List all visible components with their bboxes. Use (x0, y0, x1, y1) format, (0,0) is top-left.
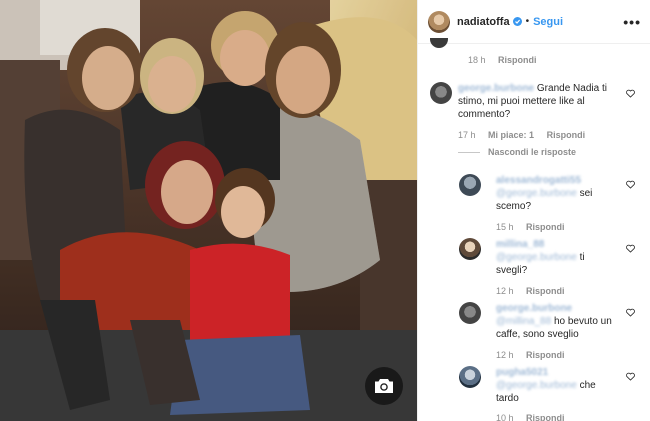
main-comment: george.burbone Grande Nadia ti stimo, mi… (458, 82, 618, 121)
reply-mention[interactable]: @george.burbone (496, 188, 577, 199)
reply-meta: 12 h Rispondi (496, 286, 575, 296)
reply-reply-button[interactable]: Rispondi (526, 222, 565, 232)
reply-heart-icon[interactable] (626, 308, 635, 317)
reply-comment: pugha5021 @george.burbone che tardo (496, 366, 621, 405)
comment-avatar[interactable] (430, 82, 452, 104)
reply-avatar[interactable] (459, 238, 481, 260)
reply-heart-icon[interactable] (626, 180, 635, 189)
reply-meta: 10 h Rispondi (496, 413, 575, 421)
camera-icon (375, 379, 393, 393)
reply-heart-icon[interactable] (626, 244, 635, 253)
comments-panel: nadiatoffa • Segui ••• 18 h Rispondi geo… (417, 0, 650, 421)
reply-reply-button[interactable]: Rispondi (526, 413, 565, 421)
comment-likes[interactable]: Mi piace: 1 (488, 130, 534, 140)
hide-replies-button[interactable]: Nascondi le risposte (458, 147, 576, 157)
comment-time: 17 h (458, 130, 476, 140)
partial-comment-reply[interactable]: Rispondi (498, 55, 537, 65)
reply-username[interactable]: george.burbone (496, 303, 572, 314)
reply-username[interactable]: millina_88 (496, 239, 544, 250)
reply-meta: 12 h Rispondi (496, 350, 575, 360)
like-heart-icon[interactable] (626, 89, 635, 98)
reply-username[interactable]: alessandrogatti55 (496, 175, 581, 186)
more-options-icon[interactable]: ••• (623, 14, 641, 30)
group-photo-image (0, 0, 417, 421)
post-header: nadiatoffa • Segui ••• (418, 0, 650, 44)
comment-username[interactable]: george.burbone (458, 83, 534, 94)
reply-mention[interactable]: @millina_88 (496, 316, 551, 327)
verified-icon (512, 17, 522, 26)
reply-comment: alessandrogatti55 @george.burbone sei sc… (496, 174, 616, 213)
separator-dot: • (525, 16, 530, 27)
reply-reply-button[interactable]: Rispondi (526, 286, 565, 296)
post-photo[interactable] (0, 0, 417, 421)
reply-avatar[interactable] (459, 174, 481, 196)
comment-reply[interactable]: Rispondi (547, 130, 586, 140)
reply-comment: george.burbone @millina_88 ho bevuto un … (496, 302, 621, 341)
reply-username[interactable]: pugha5021 (496, 367, 548, 378)
author-username[interactable]: nadiatoffa (457, 16, 510, 28)
partial-comment-meta: 18 h Rispondi (468, 55, 547, 65)
partial-comment-time: 18 h (468, 55, 486, 65)
reply-meta: 15 h Rispondi (496, 222, 575, 232)
camera-button[interactable] (365, 367, 403, 405)
reply-time: 10 h (496, 413, 514, 421)
main-comment-meta: 17 h Mi piace: 1 Rispondi (458, 130, 595, 140)
reply-comment: millina_88 @george.burbone ti svegli? (496, 238, 616, 277)
reply-time: 12 h (496, 286, 514, 296)
reply-time: 15 h (496, 222, 514, 232)
reply-time: 12 h (496, 350, 514, 360)
reply-mention[interactable]: @george.burbone (496, 252, 577, 263)
reply-heart-icon[interactable] (626, 372, 635, 381)
reply-reply-button[interactable]: Rispondi (526, 350, 565, 360)
reply-avatar[interactable] (459, 366, 481, 388)
author-avatar[interactable] (428, 10, 450, 33)
partial-comment-avatar[interactable] (430, 38, 448, 48)
reply-avatar[interactable] (459, 302, 481, 324)
reply-mention[interactable]: @george.burbone (496, 380, 577, 391)
follow-button[interactable]: Segui (533, 16, 563, 28)
